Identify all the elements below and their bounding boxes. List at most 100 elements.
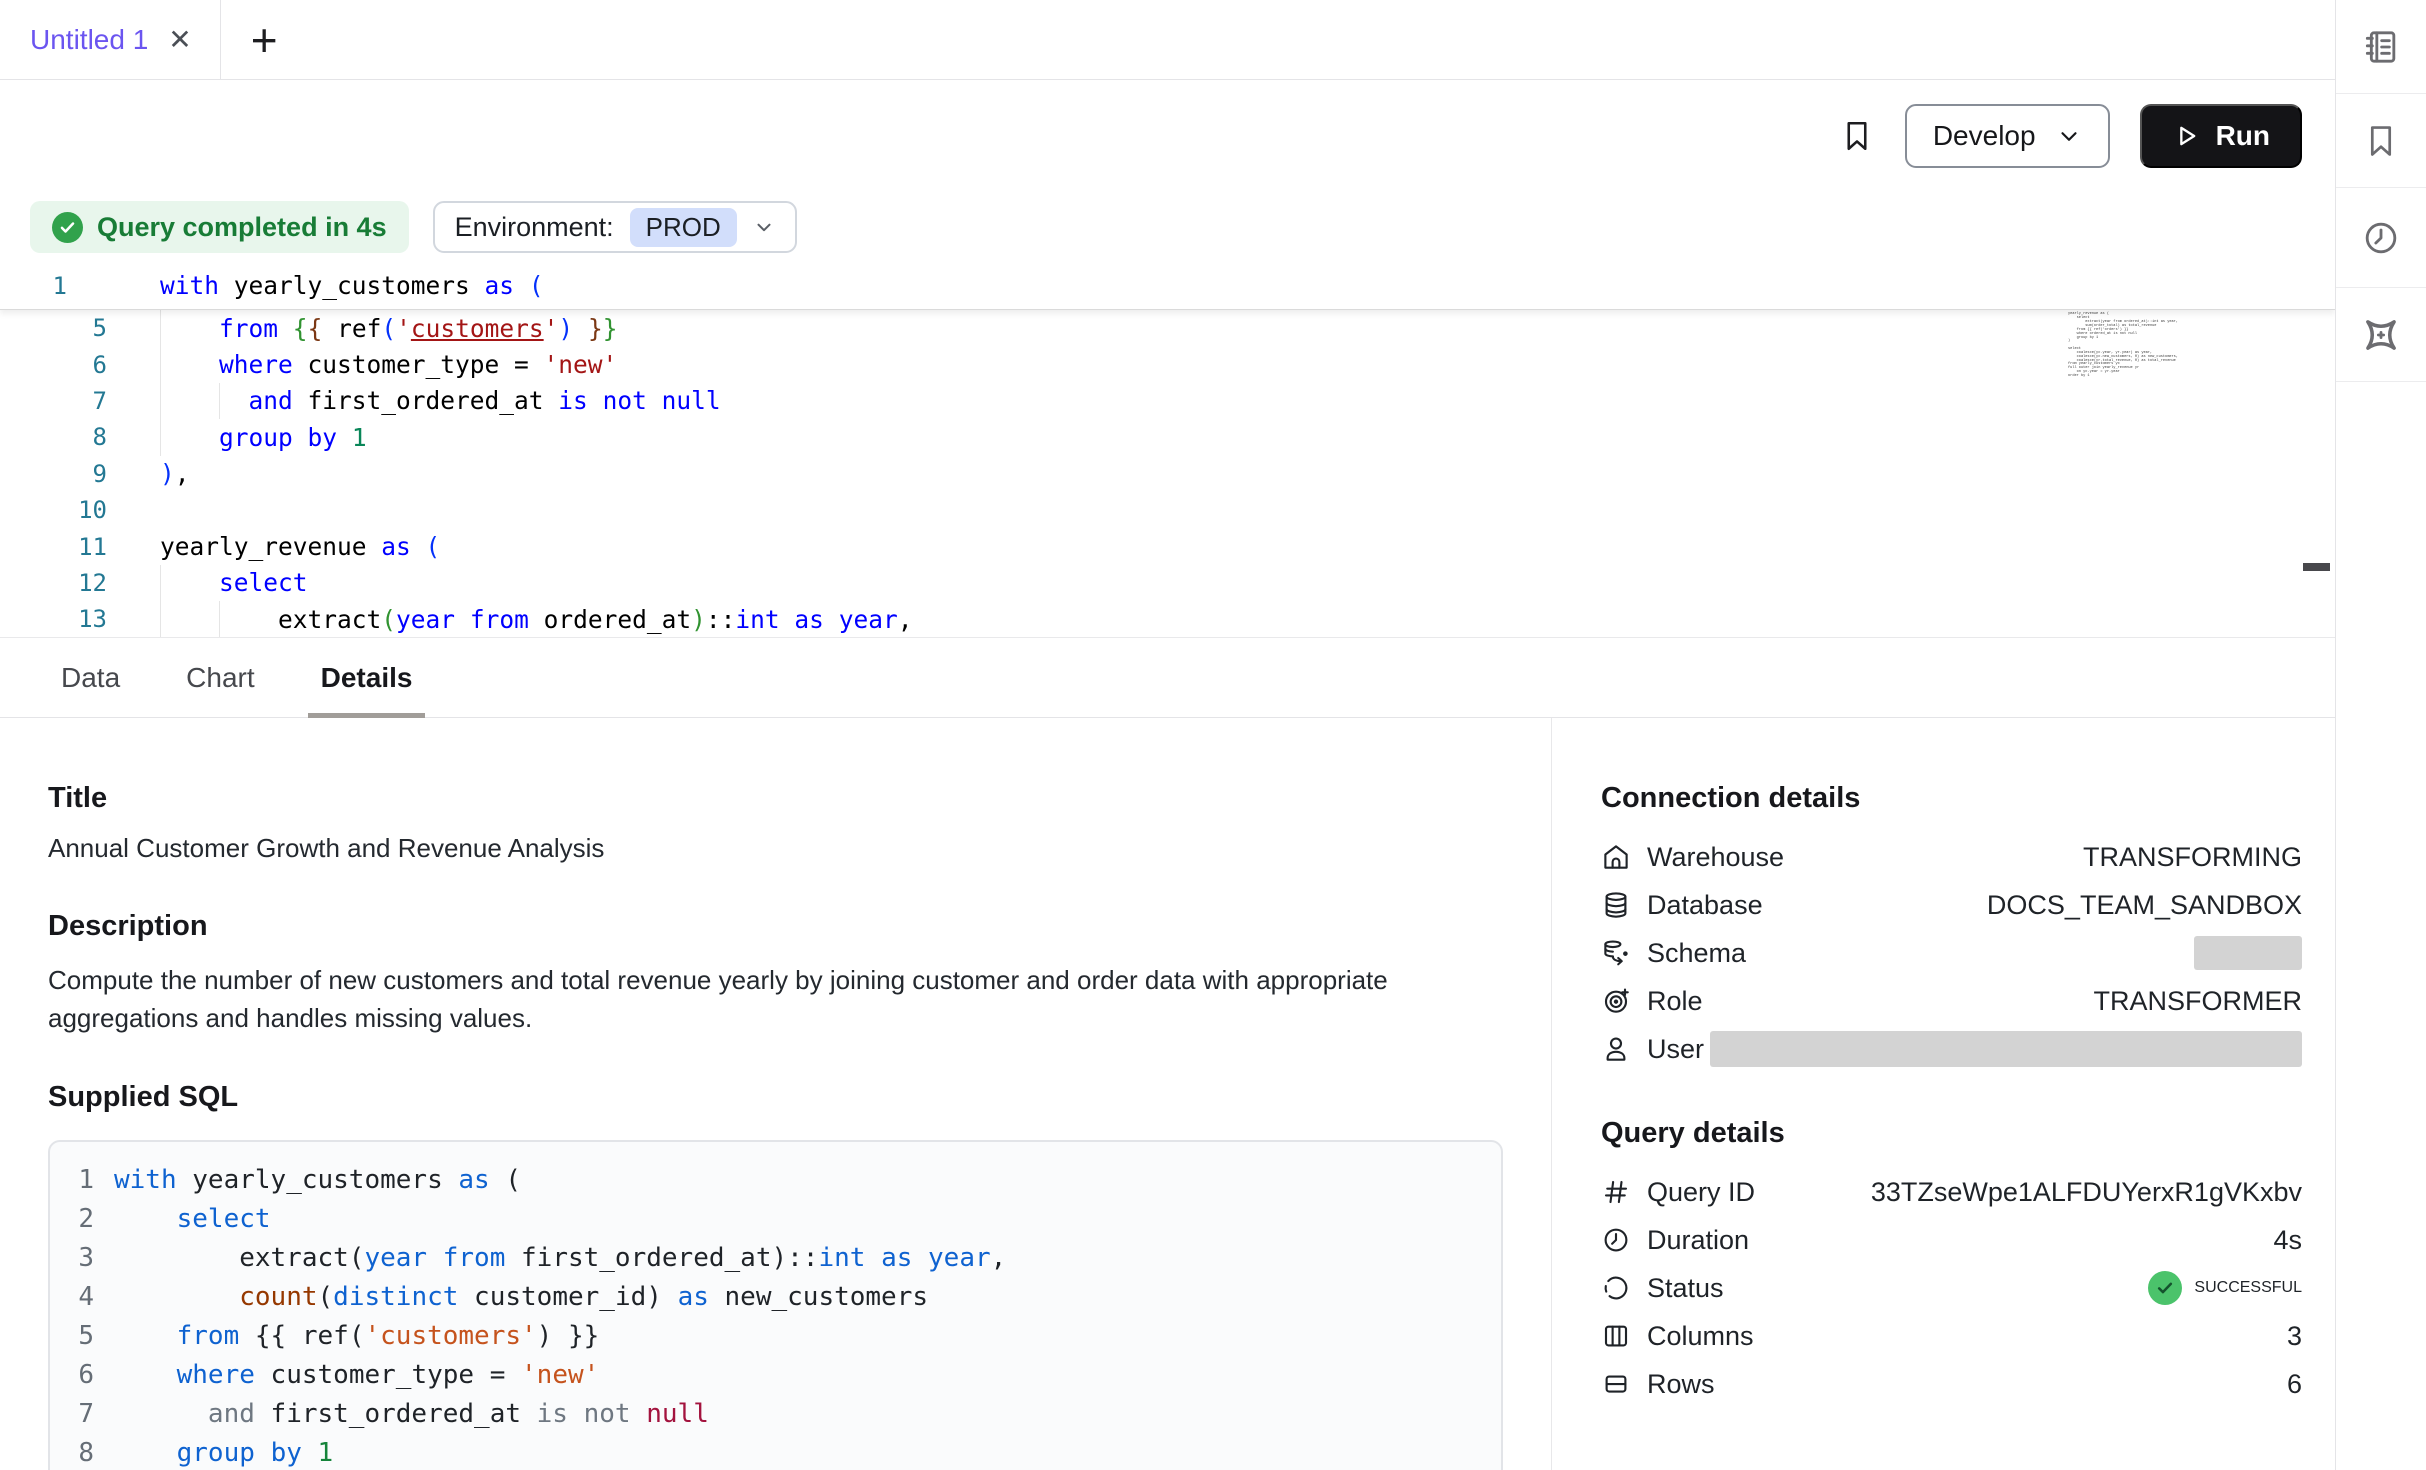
code-text: and first_ordered_at is not null [160,386,721,415]
result-tabs: Data Chart Details [0,637,2335,718]
line-number: 3 [50,1243,94,1273]
database-icon [1601,890,1631,920]
bookmark-icon[interactable] [1839,115,1875,157]
editor-scrollbar-thumb[interactable] [2303,563,2330,571]
query-row-columns: Columns 3 [1601,1312,2302,1360]
description-value: Compute the number of new customers and … [48,961,1448,1037]
row-value: TRANSFORMER [2094,986,2303,1017]
row-label: Schema [1647,938,1746,969]
line-number: 11 [0,533,107,561]
row-label: Status [1647,1273,1724,1304]
schema-icon [1601,938,1631,968]
line-number: 7 [0,387,107,415]
indent-guide [160,310,161,346]
editor-tabbar: Untitled 1 ✕ + [0,0,2335,80]
row-label: Duration [1647,1225,1749,1256]
sql-line: 2 select [50,1199,1501,1238]
row-value: DOCS_TEAM_SANDBOX [1987,890,2302,921]
code-text: select [114,1204,271,1234]
line-number: 5 [50,1321,94,1351]
details-panel: Title Annual Customer Growth and Revenue… [0,718,2335,1470]
develop-label: Develop [1933,120,2036,152]
code-text: group by 1 [160,423,367,452]
indent-guide [160,565,161,601]
tab-data[interactable]: Data [48,638,133,717]
row-value: 3 [2287,1321,2302,1352]
new-tab-button[interactable]: + [243,0,286,79]
editor-sticky-line: 1 with yearly_customers as ( [0,262,2335,310]
line-number: 2 [50,1204,94,1234]
editor-line: 12 select [0,565,2335,601]
query-status-badge: Query completed in 4s [30,201,409,253]
chevron-down-icon [753,216,775,238]
environment-label: Environment: [455,212,614,243]
sql-line: 7 and first_ordered_at is not null [50,1394,1501,1433]
tab-details[interactable]: Details [308,638,426,717]
row-label: Database [1647,890,1763,921]
check-circle-icon [52,212,83,243]
sql-line: 6 where customer_type = 'new' [50,1355,1501,1394]
environment-value-pill: PROD [630,208,737,247]
line-number: 6 [0,351,107,379]
sidebar-button-history[interactable] [2336,188,2426,288]
row-label: Columns [1647,1321,1754,1352]
model-ref-link[interactable]: customers [411,314,544,343]
line-number: 4 [50,1282,94,1312]
user-icon [1601,1034,1631,1064]
editor-line: 5 from {{ ref('customers') }} [0,310,2335,346]
editor-line: 13 extract(year from ordered_at)::int as… [0,601,2335,637]
status-successful-value: SUCCESSFUL [2148,1271,2302,1305]
code-text: with yearly_customers as ( [160,271,544,300]
close-icon[interactable]: ✕ [168,26,191,54]
query-details-heading: Query details [1601,1117,2302,1150]
run-button[interactable]: Run [2140,104,2302,168]
tab-untitled-1[interactable]: Untitled 1 ✕ [0,0,221,79]
play-icon [2172,122,2200,150]
tab-chart[interactable]: Chart [173,638,267,717]
line-number: 12 [0,569,107,597]
sql-editor[interactable]: 1 with yearly_customers as ( 5 from {{ ref… [0,262,2335,637]
warehouse-icon [1601,842,1631,872]
sql-line: 1 with yearly_customers as ( [50,1160,1501,1199]
query-list-icon [2361,27,2401,67]
code-text: select [160,568,308,597]
supplied-sql-heading: Supplied SQL [48,1081,1503,1114]
details-right-column: Connection details WarehouseTRANSFORMING… [1552,718,2335,1470]
line-number: 10 [0,496,107,524]
connection-row-database: Database DOCS_TEAM_SANDBOX [1601,881,2302,929]
editor-line: 9), [0,456,2335,492]
environment-selector[interactable]: Environment: PROD [433,201,797,253]
title-heading: Title [48,782,1503,815]
chevron-down-icon [2056,123,2082,149]
line-number: 1 [50,1165,94,1195]
editor-line: 6 where customer_type = 'new' [0,346,2335,382]
sql-line: 8 group by 1 [50,1433,1501,1470]
code-text: yearly_revenue as ( [160,532,440,561]
indent-guide [160,601,161,637]
line-number: 8 [0,423,107,451]
row-label: User [1647,1034,1704,1065]
sidebar-button-bookmark[interactable] [2336,94,2426,188]
redacted-value [1710,1031,2302,1067]
lineage-icon [2360,314,2402,356]
row-value: 4s [2273,1225,2302,1256]
connection-row-schema: Schema [1601,929,2302,977]
connection-details-rows: WarehouseTRANSFORMINGDatabaseDOCS_TEAM_S… [1601,833,2302,1073]
code-text: group by 1 [114,1438,333,1468]
indent-guide [160,383,161,419]
line-number: 9 [0,460,107,488]
develop-dropdown[interactable]: Develop [1905,104,2110,168]
indent-guide [160,419,161,455]
sidebar-button-query-list[interactable] [2336,0,2426,94]
code-text: count(distinct customer_id) as new_custo… [114,1282,928,1312]
line-number: 8 [50,1438,94,1468]
code-text: with yearly_customers as ( [114,1165,521,1195]
plus-icon: + [251,17,278,63]
line-number: 1 [0,272,67,300]
sidebar-button-lineage[interactable] [2336,288,2426,382]
row-label: Query ID [1647,1177,1755,1208]
toolbar: Develop Run [0,80,2335,192]
editor-line: 8 group by 1 [0,419,2335,455]
code-text: ), [160,459,190,488]
code-text: extract(year from ordered_at)::int as ye… [160,605,912,634]
